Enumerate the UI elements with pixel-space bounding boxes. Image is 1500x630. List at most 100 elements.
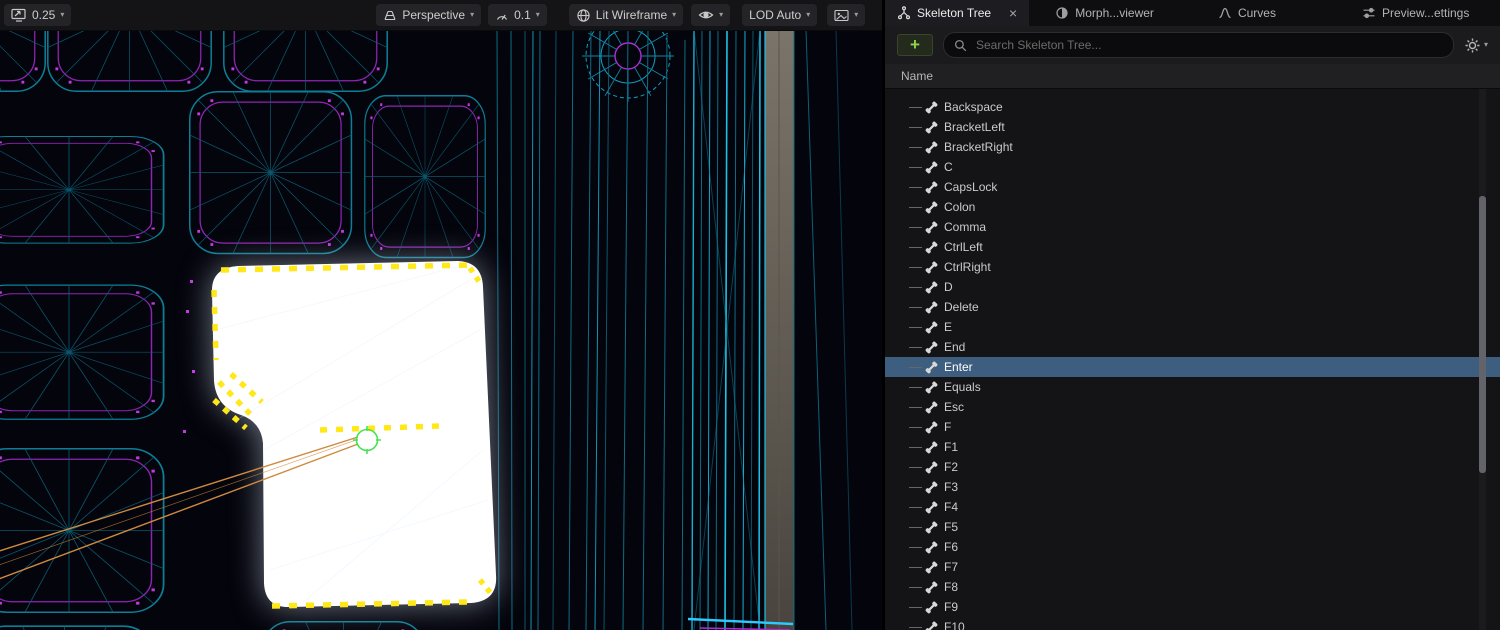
lod-label: LOD Auto [749, 8, 801, 22]
scrollbar-thumb[interactable] [1479, 196, 1486, 473]
tree-guide [909, 227, 922, 228]
tree-row[interactable]: F [885, 417, 1500, 437]
view-mode-label: Lit Wireframe [596, 8, 667, 22]
tree-row[interactable]: Delete [885, 297, 1500, 317]
lod-dropdown[interactable]: LOD Auto ▾ [742, 4, 817, 26]
screenshot-dropdown[interactable]: ▾ [827, 4, 865, 26]
tree-row[interactable]: Backspace [885, 97, 1500, 117]
bone-icon [924, 360, 939, 375]
tree-guide [909, 627, 922, 628]
tree-row[interactable]: Equals [885, 377, 1500, 397]
tree-guide [909, 527, 922, 528]
close-tab-icon[interactable]: × [1009, 6, 1017, 20]
tree-row[interactable]: BracketRight [885, 137, 1500, 157]
tree-row[interactable]: F3 [885, 477, 1500, 497]
chevron-down-icon: ▾ [60, 11, 64, 19]
tree-row[interactable]: F6 [885, 537, 1500, 557]
chevron-down-icon: ▾ [1484, 41, 1488, 49]
tree-guide [909, 467, 922, 468]
viewport-toolbar: 0.25 ▾ Perspective ▾ [0, 0, 882, 31]
tab-label: Curves [1238, 6, 1276, 20]
bone-icon [924, 100, 939, 115]
tree-row[interactable]: CtrlLeft [885, 237, 1500, 257]
tree-row[interactable]: Enter [885, 357, 1500, 377]
bone-name: F9 [944, 600, 958, 614]
tree-row[interactable]: Comma [885, 217, 1500, 237]
tree-row[interactable]: CapsLock [885, 177, 1500, 197]
search-input[interactable] [974, 37, 1443, 53]
bone-icon [924, 200, 939, 215]
eye-icon [698, 8, 714, 22]
bone-icon [924, 140, 939, 155]
tree-guide [909, 327, 922, 328]
search-box[interactable] [943, 32, 1454, 58]
tab-skeleton-tree[interactable]: Skeleton Tree × [885, 0, 1029, 26]
viewport-scale-label: 0.25 [32, 8, 55, 22]
show-flags-dropdown[interactable]: ▾ [691, 4, 730, 26]
chevron-down-icon: ▾ [672, 11, 676, 19]
viewport-scale-dropdown[interactable]: 0.25 ▾ [4, 4, 71, 26]
viewport-canvas[interactable] [0, 30, 882, 630]
tree-row[interactable]: D [885, 277, 1500, 297]
tab-preview-scene-settings[interactable]: Preview...ettings [1350, 0, 1481, 26]
viewport[interactable]: 0.25 ▾ Perspective ▾ [0, 0, 882, 630]
curves-icon [1218, 6, 1232, 20]
tree-row[interactable]: Colon [885, 197, 1500, 217]
bone-icon [924, 580, 939, 595]
tree-row[interactable]: C [885, 157, 1500, 177]
gauge-icon [495, 9, 509, 22]
view-mode-dropdown[interactable]: Lit Wireframe ▾ [569, 4, 683, 26]
skeleton-tree-list[interactable]: Backspace BracketLeft BracketRight [885, 89, 1500, 630]
bone-icon [924, 340, 939, 355]
viewport-fov-label: 0.1 [514, 8, 531, 22]
tree-guide [909, 187, 922, 188]
bone-icon [924, 180, 939, 195]
skeleton-tree-icon [897, 6, 911, 20]
tree-row[interactable]: F1 [885, 437, 1500, 457]
bone-name: F5 [944, 520, 958, 534]
add-bone-button[interactable]: + [897, 34, 933, 56]
tree-guide [909, 547, 922, 548]
bone-name: Backspace [944, 100, 1003, 114]
tree-row[interactable]: E [885, 317, 1500, 337]
bone-name: F1 [944, 440, 958, 454]
bone-name: F4 [944, 500, 958, 514]
chevron-down-icon: ▾ [470, 11, 474, 19]
image-icon [834, 9, 849, 22]
tree-row[interactable]: F4 [885, 497, 1500, 517]
bone-name: Colon [944, 200, 975, 214]
tab-label: Preview...ettings [1382, 6, 1469, 20]
tree-guide [909, 347, 922, 348]
tree-guide [909, 487, 922, 488]
tree-row[interactable]: Esc [885, 397, 1500, 417]
bone-icon [924, 460, 939, 475]
bone-name: CapsLock [944, 180, 997, 194]
tree-row[interactable]: F7 [885, 557, 1500, 577]
bone-name: Comma [944, 220, 986, 234]
tab-morph-target-previewer[interactable]: Morph...viewer [1043, 0, 1166, 26]
camera-mode-dropdown[interactable]: Perspective ▾ [376, 4, 481, 26]
tree-guide [909, 207, 922, 208]
tree-guide [909, 567, 922, 568]
bone-icon [924, 540, 939, 555]
tree-row[interactable]: BracketLeft [885, 117, 1500, 137]
tree-row[interactable]: CtrlRight [885, 257, 1500, 277]
tree-row[interactable]: F2 [885, 457, 1500, 477]
bone-name: F8 [944, 580, 958, 594]
tree-row[interactable]: F9 [885, 597, 1500, 617]
skeleton-tree-toolbar: + ▾ [885, 26, 1500, 64]
screen-scale-icon [11, 8, 27, 22]
tree-row[interactable]: F5 [885, 517, 1500, 537]
tab-curves[interactable]: Curves [1206, 0, 1288, 26]
tree-row[interactable]: End [885, 337, 1500, 357]
bone-name: BracketLeft [944, 120, 1005, 134]
tree-settings-button[interactable]: ▾ [1464, 37, 1488, 54]
tree-column-header[interactable]: Name [885, 64, 1500, 89]
viewport-fov-dropdown[interactable]: 0.1 ▾ [488, 4, 547, 26]
preview-settings-icon [1362, 6, 1376, 20]
tree-row[interactable]: F8 [885, 577, 1500, 597]
skeleton-editor-window: 0.25 ▾ Perspective ▾ [0, 0, 1500, 630]
tree-row[interactable]: F10 [885, 617, 1500, 630]
bone-name: Enter [944, 360, 973, 374]
bone-icon [924, 560, 939, 575]
